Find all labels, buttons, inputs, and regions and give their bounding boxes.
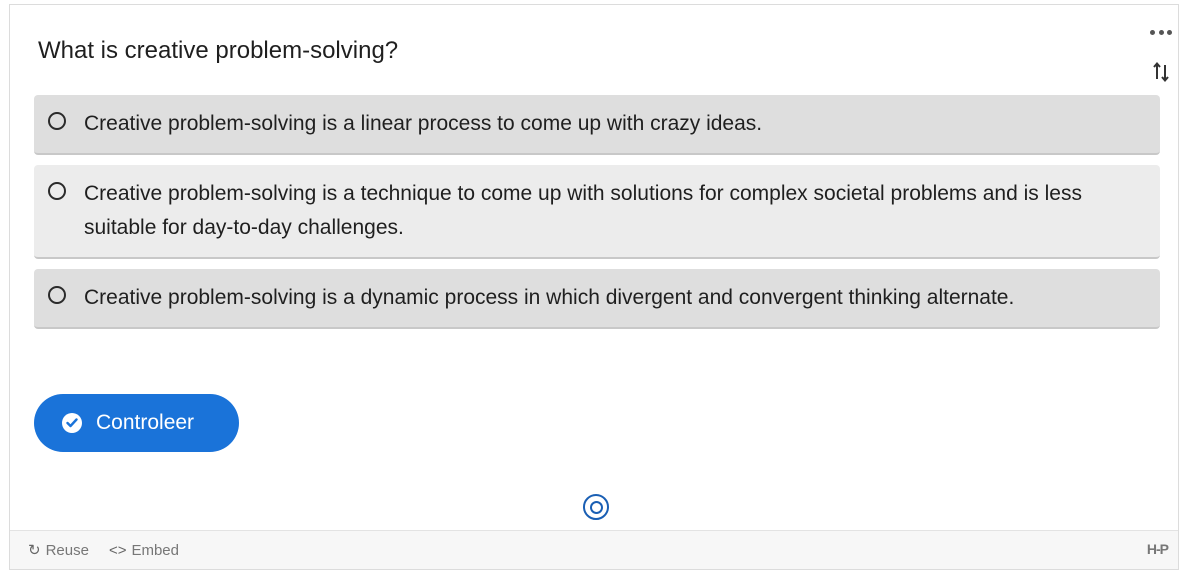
progress-dot-current[interactable]: [583, 494, 609, 520]
radio-icon[interactable]: [48, 112, 66, 130]
more-options-icon[interactable]: [1150, 25, 1172, 39]
progress-dot-inner: [589, 500, 603, 514]
reuse-label: Reuse: [45, 541, 89, 559]
footer-bar: ↻ Reuse <> Embed H-P: [10, 530, 1178, 569]
sort-arrows-icon[interactable]: [1152, 61, 1170, 83]
embed-label: Embed: [131, 541, 179, 559]
answer-option-text: Creative problem-solving is a dynamic pr…: [84, 286, 1015, 309]
answer-option-text: Creative problem-solving is a technique …: [84, 182, 1082, 239]
h5p-content-frame: What is creative problem-solving? Creati…: [9, 4, 1179, 570]
answer-option-1[interactable]: Creative problem-solving is a linear pro…: [34, 95, 1160, 155]
question-title: What is creative problem-solving?: [38, 37, 399, 64]
answer-option-3[interactable]: Creative problem-solving is a dynamic pr…: [34, 269, 1160, 329]
dot: [1150, 29, 1155, 35]
radio-icon[interactable]: [48, 182, 66, 200]
dot: [1167, 29, 1172, 35]
radio-icon[interactable]: [48, 286, 66, 304]
h5p-logo[interactable]: H-P: [1147, 541, 1169, 557]
refresh-icon: ↻: [28, 542, 41, 559]
dot: [1158, 29, 1164, 35]
embed-link[interactable]: <> Embed: [109, 542, 179, 559]
check-circle-icon: [62, 413, 82, 433]
reuse-link[interactable]: ↻ Reuse: [28, 541, 89, 560]
answer-option-2[interactable]: Creative problem-solving is a technique …: [34, 165, 1160, 259]
code-icon: <>: [108, 541, 127, 559]
check-answer-label: Controleer: [96, 411, 195, 434]
answer-options: Creative problem-solving is a linear pro…: [34, 95, 1160, 339]
answer-option-text: Creative problem-solving is a linear pro…: [84, 112, 763, 135]
check-answer-button[interactable]: Controleer: [34, 394, 239, 452]
